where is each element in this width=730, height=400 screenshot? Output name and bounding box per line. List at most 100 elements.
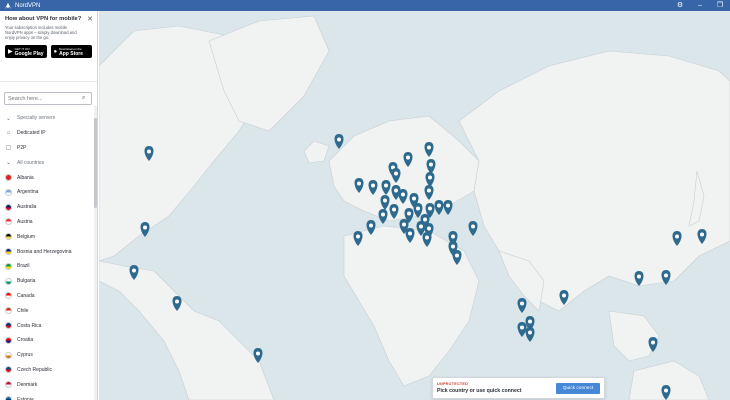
group-specialty-servers[interactable]: ⌄ Specialty servers (0, 111, 94, 126)
server-pin-dot (419, 224, 423, 229)
search-box[interactable]: ⌕ (4, 92, 92, 105)
server-pin-dot (383, 198, 387, 203)
flag-icon (5, 174, 12, 182)
server-pin-dot (337, 137, 341, 142)
search-input[interactable] (8, 95, 82, 102)
server-pin-dot (381, 212, 385, 217)
list-item-dedicated-ip[interactable]: ⌂ Dedicated IP (0, 126, 94, 141)
list-item-country[interactable]: Cyprus (0, 348, 94, 363)
server-pin-dot (520, 301, 524, 306)
server-pin-dot (455, 253, 459, 258)
server-pin-dot (408, 231, 412, 236)
flag-icon (5, 366, 12, 374)
title-bar: NordVPN ⚙ – ❐ (0, 0, 730, 11)
app-store-button[interactable]: ● Download on the App Store (50, 45, 92, 58)
server-pin-dot (664, 273, 668, 278)
server-pin-dot (664, 388, 668, 393)
server-pin-dot (256, 351, 260, 356)
list-item-country[interactable]: Czech Republic (0, 363, 94, 378)
list-item-label: Austria (17, 218, 33, 225)
server-pin-dot (402, 222, 406, 227)
apple-icon: ● (53, 48, 58, 55)
list-item-country[interactable]: Estonia (0, 392, 94, 400)
mobile-promo: How about VPN for mobile? ✕ Your subscri… (0, 11, 97, 82)
server-pin-dot (528, 330, 532, 335)
server-pin-dot (427, 226, 431, 231)
flag-icon (5, 396, 12, 400)
list-item-label: Australia (17, 204, 37, 211)
group-label: All countries (17, 159, 45, 166)
server-pin-dot (356, 234, 360, 239)
list-item-country[interactable]: Canada (0, 289, 94, 304)
quick-connect-button[interactable]: Quick connect (556, 383, 600, 394)
list-item-country[interactable]: Costa Rica (0, 318, 94, 333)
server-pin-dot (423, 217, 427, 222)
close-icon[interactable]: ✕ (87, 15, 93, 23)
server-pin-dot (416, 206, 420, 211)
server-pin-dot (520, 325, 524, 330)
list-item-country[interactable]: Australia (0, 200, 94, 215)
list-item-label: Albania (17, 174, 34, 181)
server-pin-dot (427, 145, 431, 150)
scrollbar-thumb[interactable] (94, 118, 97, 208)
list-item-label: Argentina (17, 189, 39, 196)
server-pin-dot (700, 232, 704, 237)
list-item-label: Costa Rica (17, 322, 42, 329)
gear-icon[interactable]: ⚙ (670, 0, 690, 11)
group-label: Specialty servers (17, 115, 56, 122)
list-item-country[interactable]: Belgium (0, 229, 94, 244)
server-pin-dot (384, 183, 388, 188)
flag-icon (5, 248, 12, 256)
app-title: NordVPN (15, 2, 41, 9)
sidebar: How about VPN for mobile? ✕ Your subscri… (0, 11, 98, 400)
map-canvas[interactable] (99, 11, 730, 400)
server-pin-dot (401, 192, 405, 197)
group-all-countries[interactable]: ⌄ All countries (0, 155, 94, 170)
list-item-country[interactable]: Albania (0, 170, 94, 185)
server-pin-dot (357, 181, 361, 186)
nordvpn-logo-icon (4, 2, 12, 9)
server-pin-dot (451, 244, 455, 249)
server-pin-dot (471, 224, 475, 229)
flag-icon (5, 322, 12, 330)
list-item-country[interactable]: Denmark (0, 377, 94, 392)
flag-icon (5, 203, 12, 211)
restore-icon[interactable]: ❐ (710, 0, 730, 11)
flag-icon (5, 336, 12, 344)
list-item-label: Croatia (17, 337, 34, 344)
list-item-p2p[interactable]: ▢ P2P (0, 141, 94, 156)
sidebar-scrollbar[interactable] (94, 106, 97, 400)
list-item-country[interactable]: Austria (0, 215, 94, 230)
list-item-country[interactable]: Argentina (0, 185, 94, 200)
list-item-country[interactable]: Croatia (0, 333, 94, 348)
server-pin-dot (394, 171, 398, 176)
server-pin-dot (446, 203, 450, 208)
server-pin-dot (392, 207, 396, 212)
status-badge: UNPROTECTED (437, 382, 469, 386)
server-pin-dot (428, 175, 432, 180)
flag-icon (5, 381, 12, 389)
house-icon: ⌂ (6, 130, 11, 137)
server-pin-dot (429, 162, 433, 167)
list-item-country[interactable]: Bulgaria (0, 274, 94, 289)
google-play-icon: ▶ (8, 49, 13, 55)
chevron-down-icon: ⌄ (5, 160, 12, 167)
nordvpn-window: NordVPN ⚙ – ❐ How about VPN for mobile? … (0, 0, 730, 400)
list-item-country[interactable]: Brazil (0, 259, 94, 274)
server-pin-dot (147, 149, 151, 154)
list-item-label: Czech Republic (17, 366, 53, 373)
search-icon[interactable]: ⌕ (82, 95, 85, 102)
server-pin-dot (371, 183, 375, 188)
google-play-label: Google Play (14, 50, 44, 57)
flag-icon (5, 292, 12, 300)
google-play-button[interactable]: ▶ GET IT ON Google Play (5, 45, 47, 58)
server-pin-dot (394, 188, 398, 193)
server-pin-dot (369, 223, 373, 228)
list-item-country[interactable]: Bosnia and Herzegovina (0, 244, 94, 259)
minimize-icon[interactable]: – (690, 0, 710, 11)
world-map[interactable]: UNPROTECTED Pick country or use quick co… (99, 11, 730, 400)
flag-icon (5, 188, 12, 196)
list-item-country[interactable]: Chile (0, 303, 94, 318)
list-item-label: P2P (17, 144, 27, 151)
list-item-label: Estonia (17, 396, 34, 400)
